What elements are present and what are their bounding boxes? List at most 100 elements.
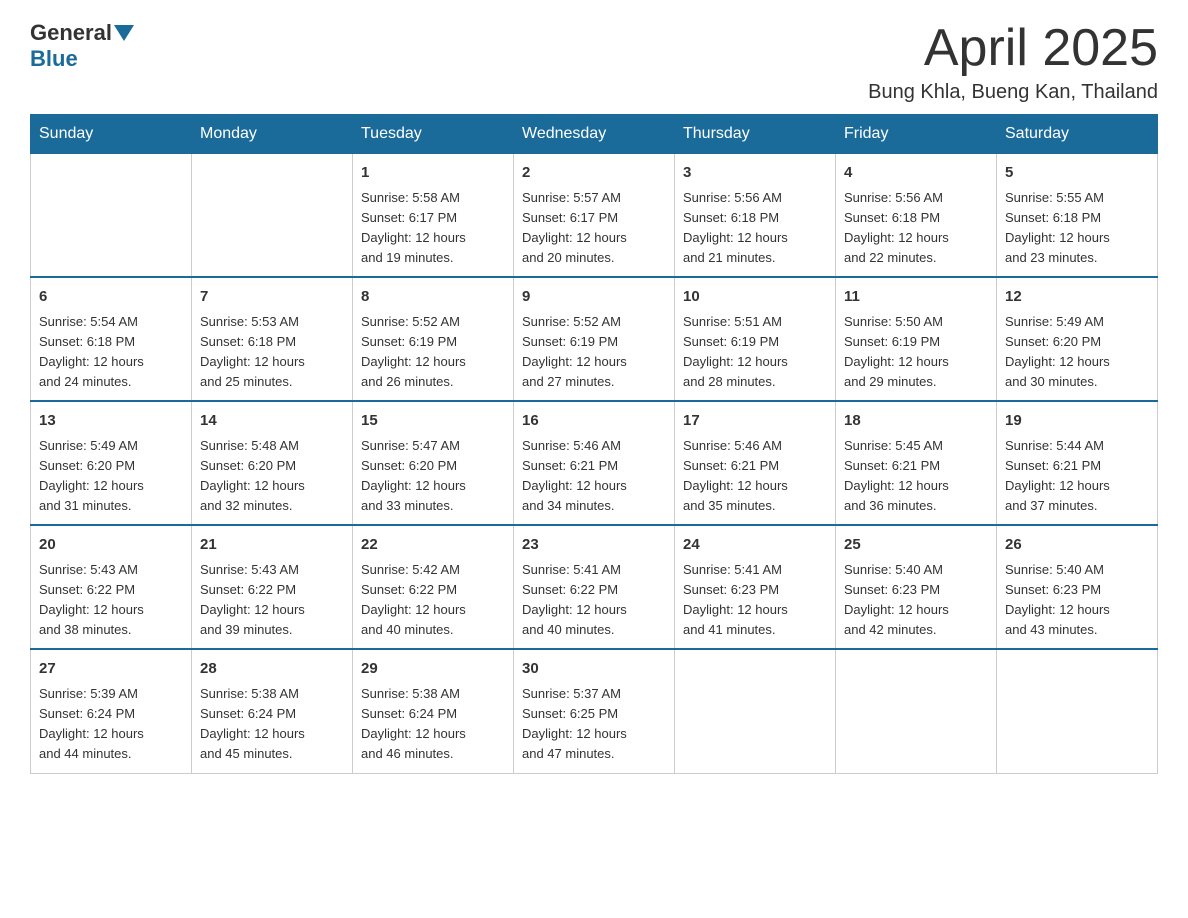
day-info: Sunrise: 5:37 AMSunset: 6:25 PMDaylight:… [522, 684, 666, 765]
calendar-week-row: 20 Sunrise: 5:43 AMSunset: 6:22 PMDayligh… [31, 525, 1158, 649]
day-info: Sunrise: 5:53 AMSunset: 6:18 PMDaylight:… [200, 312, 344, 393]
day-number: 17 [683, 410, 827, 433]
logo-blue-text: Blue [30, 46, 78, 71]
day-number: 28 [200, 658, 344, 681]
calendar-cell [675, 649, 836, 773]
day-number: 19 [1005, 410, 1149, 433]
day-info: Sunrise: 5:58 AMSunset: 6:17 PMDaylight:… [361, 188, 505, 269]
calendar-cell: 18Sunrise: 5:45 AMSunset: 6:21 PMDayligh… [836, 401, 997, 525]
day-info: Sunrise: 5:40 AMSunset: 6:23 PMDaylight:… [844, 560, 988, 641]
day-info: Sunrise: 5:57 AMSunset: 6:17 PMDaylight:… [522, 188, 666, 269]
day-number: 13 [39, 410, 183, 433]
calendar-cell: 13 Sunrise: 5:49 AMSunset: 6:20 PMDayligh… [31, 401, 192, 525]
day-info: Sunrise: 5:46 AMSunset: 6:21 PMDaylight:… [683, 436, 827, 517]
day-number: 6 [39, 286, 183, 309]
calendar-cell [836, 649, 997, 773]
day-number: 7 [200, 286, 344, 309]
day-number: 11 [844, 286, 988, 309]
day-number: 27 [39, 658, 183, 681]
calendar-cell: 6 Sunrise: 5:54 AMSunset: 6:18 PMDaylight… [31, 277, 192, 401]
day-number: 26 [1005, 534, 1149, 557]
calendar-table: SundayMondayTuesdayWednesdayThursdayFrid… [30, 114, 1158, 773]
calendar-cell: 21 Sunrise: 5:43 AMSunset: 6:22 PMDayligh… [192, 525, 353, 649]
day-info: Sunrise: 5:46 AMSunset: 6:21 PMDaylight:… [522, 436, 666, 517]
calendar-cell: 20Sunrise: 5:43 AMSunset: 6:22 PMDayligh… [31, 525, 192, 649]
day-header-friday: Friday [836, 115, 997, 154]
day-header-wednesday: Wednesday [514, 115, 675, 154]
calendar-week-row: 27 Sunrise: 5:39 AMSunset: 6:24 PMDayligh… [31, 649, 1158, 773]
day-info: Sunrise: 5:41 AMSunset: 6:22 PMDaylight:… [522, 560, 666, 641]
day-info: Sunrise: 5:52 AMSunset: 6:19 PMDaylight:… [361, 312, 505, 393]
day-number: 22 [361, 534, 505, 557]
day-info: Sunrise: 5:38 AMSunset: 6:24 PMDaylight:… [361, 684, 505, 765]
day-number: 24 [683, 534, 827, 557]
calendar-cell [31, 154, 192, 278]
calendar-cell: 26 Sunrise: 5:40 AMSunset: 6:23 PMDayligh… [997, 525, 1158, 649]
day-number: 20 [39, 534, 183, 557]
day-number: 1 [361, 162, 505, 185]
day-number: 3 [683, 162, 827, 185]
calendar-cell: 27 Sunrise: 5:39 AMSunset: 6:24 PMDayligh… [31, 649, 192, 773]
day-number: 25 [844, 534, 988, 557]
calendar-cell: 24 Sunrise: 5:41 AMSunset: 6:23 PMDayligh… [675, 525, 836, 649]
day-info: Sunrise: 5:56 AMSunset: 6:18 PMDaylight:… [844, 188, 988, 269]
calendar-cell: 10 Sunrise: 5:51 AMSunset: 6:19 PMDayligh… [675, 277, 836, 401]
calendar-cell: 29 Sunrise: 5:38 AMSunset: 6:24 PMDayligh… [353, 649, 514, 773]
day-number: 2 [522, 162, 666, 185]
day-info: Sunrise: 5:56 AMSunset: 6:18 PMDaylight:… [683, 188, 827, 269]
day-info: Sunrise: 5:40 AMSunset: 6:23 PMDaylight:… [1005, 560, 1149, 641]
location-title: Bung Khla, Bueng Kan, Thailand [868, 81, 1158, 104]
day-header-monday: Monday [192, 115, 353, 154]
day-number: 10 [683, 286, 827, 309]
day-header-saturday: Saturday [997, 115, 1158, 154]
calendar-cell: 7 Sunrise: 5:53 AMSunset: 6:18 PMDaylight… [192, 277, 353, 401]
day-number: 29 [361, 658, 505, 681]
calendar-cell: 19 Sunrise: 5:44 AMSunset: 6:21 PMDayligh… [997, 401, 1158, 525]
calendar-cell: 5Sunrise: 5:55 AMSunset: 6:18 PMDaylight… [997, 154, 1158, 278]
day-info: Sunrise: 5:41 AMSunset: 6:23 PMDaylight:… [683, 560, 827, 641]
calendar-cell: 17 Sunrise: 5:46 AMSunset: 6:21 PMDayligh… [675, 401, 836, 525]
day-info: Sunrise: 5:54 AMSunset: 6:18 PMDaylight:… [39, 312, 183, 393]
day-info: Sunrise: 5:44 AMSunset: 6:21 PMDaylight:… [1005, 436, 1149, 517]
day-number: 21 [200, 534, 344, 557]
day-info: Sunrise: 5:43 AMSunset: 6:22 PMDaylight:… [200, 560, 344, 641]
day-number: 30 [522, 658, 666, 681]
day-info: Sunrise: 5:49 AMSunset: 6:20 PMDaylight:… [1005, 312, 1149, 393]
calendar-cell: 15Sunrise: 5:47 AMSunset: 6:20 PMDayligh… [353, 401, 514, 525]
calendar-header-row: SundayMondayTuesdayWednesdayThursdayFrid… [31, 115, 1158, 154]
calendar-cell: 14Sunrise: 5:48 AMSunset: 6:20 PMDayligh… [192, 401, 353, 525]
day-number: 16 [522, 410, 666, 433]
month-title: April 2025 [868, 20, 1158, 77]
logo-general-text: General [30, 20, 112, 46]
day-info: Sunrise: 5:50 AMSunset: 6:19 PMDaylight:… [844, 312, 988, 393]
calendar-cell: 30 Sunrise: 5:37 AMSunset: 6:25 PMDayligh… [514, 649, 675, 773]
day-number: 15 [361, 410, 505, 433]
day-header-tuesday: Tuesday [353, 115, 514, 154]
day-info: Sunrise: 5:39 AMSunset: 6:24 PMDaylight:… [39, 684, 183, 765]
calendar-cell: 9Sunrise: 5:52 AMSunset: 6:19 PMDaylight… [514, 277, 675, 401]
day-number: 4 [844, 162, 988, 185]
calendar-cell: 11 Sunrise: 5:50 AMSunset: 6:19 PMDayligh… [836, 277, 997, 401]
calendar-cell: 22 Sunrise: 5:42 AMSunset: 6:22 PMDayligh… [353, 525, 514, 649]
day-info: Sunrise: 5:51 AMSunset: 6:19 PMDaylight:… [683, 312, 827, 393]
day-number: 12 [1005, 286, 1149, 309]
day-number: 14 [200, 410, 344, 433]
day-info: Sunrise: 5:42 AMSunset: 6:22 PMDaylight:… [361, 560, 505, 641]
day-info: Sunrise: 5:45 AMSunset: 6:21 PMDaylight:… [844, 436, 988, 517]
calendar-cell: 23 Sunrise: 5:41 AMSunset: 6:22 PMDayligh… [514, 525, 675, 649]
calendar-cell: 2 Sunrise: 5:57 AMSunset: 6:17 PMDaylight… [514, 154, 675, 278]
logo: General Blue [30, 20, 136, 72]
calendar-week-row: 1 Sunrise: 5:58 AMSunset: 6:17 PMDaylight… [31, 154, 1158, 278]
calendar-week-row: 13 Sunrise: 5:49 AMSunset: 6:20 PMDayligh… [31, 401, 1158, 525]
logo-triangle-icon [114, 25, 134, 41]
day-number: 23 [522, 534, 666, 557]
calendar-cell [192, 154, 353, 278]
calendar-week-row: 6 Sunrise: 5:54 AMSunset: 6:18 PMDaylight… [31, 277, 1158, 401]
day-header-thursday: Thursday [675, 115, 836, 154]
day-info: Sunrise: 5:49 AMSunset: 6:20 PMDaylight:… [39, 436, 183, 517]
day-info: Sunrise: 5:38 AMSunset: 6:24 PMDaylight:… [200, 684, 344, 765]
page-header: General Blue April 2025 Bung Khla, Bueng… [30, 20, 1158, 104]
calendar-cell: 4 Sunrise: 5:56 AMSunset: 6:18 PMDaylight… [836, 154, 997, 278]
day-number: 8 [361, 286, 505, 309]
calendar-cell: 12 Sunrise: 5:49 AMSunset: 6:20 PMDayligh… [997, 277, 1158, 401]
